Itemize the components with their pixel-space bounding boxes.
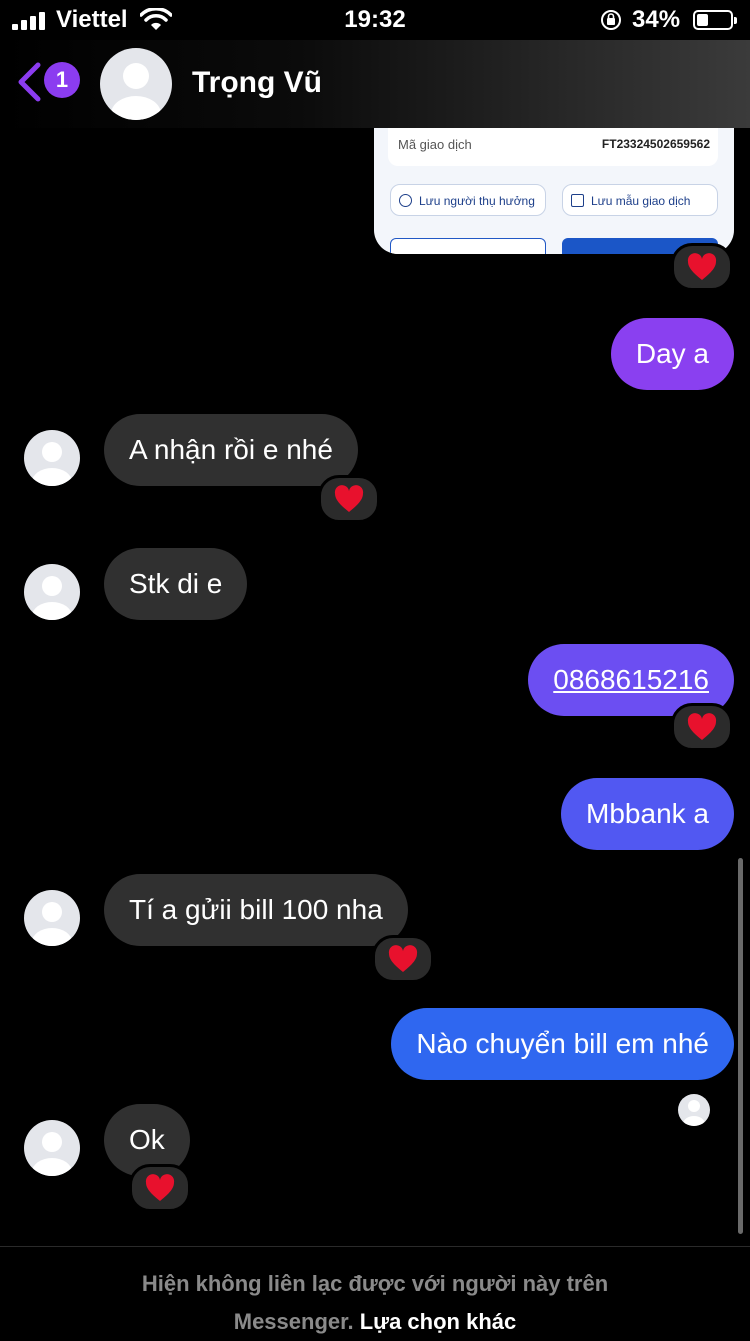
heart-reaction[interactable] — [671, 703, 733, 751]
receipt-secondary-button — [390, 238, 546, 254]
other-options-link[interactable]: Lựa chọn khác — [360, 1309, 517, 1334]
heart-reaction[interactable] — [372, 935, 434, 983]
scrollbar[interactable] — [738, 858, 743, 1234]
contact-name[interactable]: Trọng Vũ — [192, 66, 322, 100]
contact-avatar[interactable] — [100, 48, 172, 120]
outgoing-message[interactable]: Mbbank a — [561, 778, 734, 850]
unavailable-notice: Hiện không liên lạc được với người này t… — [0, 1265, 750, 1341]
shared-image-message[interactable]: Mã giao dịch FT23324502659562 Lưu người … — [374, 128, 734, 254]
sender-avatar[interactable] — [24, 890, 80, 946]
transaction-id: FT23324502659562 — [601, 137, 710, 151]
message-list[interactable]: Mã giao dịch FT23324502659562 Lưu người … — [0, 128, 750, 1246]
sender-avatar[interactable] — [24, 1120, 80, 1176]
person-icon — [399, 194, 412, 207]
unavailable-notice-bar: Hiện không liên lạc được với người này t… — [0, 1246, 750, 1335]
transaction-row: Mã giao dịch FT23324502659562 — [388, 128, 718, 166]
transaction-label: Mã giao dịch — [398, 137, 472, 152]
status-bar: Viettel 19:32 34% — [0, 0, 750, 40]
incoming-message[interactable]: Stk di e — [104, 548, 248, 620]
heart-reaction[interactable] — [129, 1164, 191, 1212]
seen-receipt-avatar — [678, 1094, 710, 1126]
save-template-chip: Lưu mẫu giao dịch — [562, 184, 718, 216]
outgoing-message[interactable]: Day a — [610, 318, 734, 390]
notice-text-line1: Hiện không liên lạc được với người này t… — [141, 1271, 609, 1296]
battery-icon — [693, 10, 737, 30]
incoming-message[interactable]: A nhận rồi e nhé — [104, 414, 358, 486]
save-beneficiary-chip: Lưu người thụ hưởng — [390, 184, 546, 216]
heart-icon — [145, 1174, 175, 1201]
heart-icon — [687, 253, 717, 280]
heart-icon — [334, 485, 364, 512]
sender-avatar[interactable] — [24, 564, 80, 620]
outgoing-message[interactable]: Nào chuyển bill em nhé — [391, 1008, 734, 1080]
heart-reaction[interactable] — [318, 475, 380, 523]
notice-text-line2: Messenger. — [233, 1309, 354, 1334]
incoming-message[interactable]: Tí a gửii bill 100 nha — [104, 874, 408, 946]
document-icon — [571, 194, 584, 207]
conversation-header: 1 Trọng Vũ — [0, 40, 750, 128]
chevron-left-icon[interactable] — [16, 62, 42, 102]
heart-icon — [687, 713, 717, 740]
unread-count-badge[interactable]: 1 — [44, 62, 80, 98]
orientation-lock-icon — [601, 10, 621, 30]
battery-fill — [697, 14, 708, 26]
heart-reaction[interactable] — [671, 243, 733, 291]
battery-percent: 34% — [632, 6, 681, 33]
sender-avatar[interactable] — [24, 430, 80, 486]
heart-icon — [388, 945, 418, 972]
